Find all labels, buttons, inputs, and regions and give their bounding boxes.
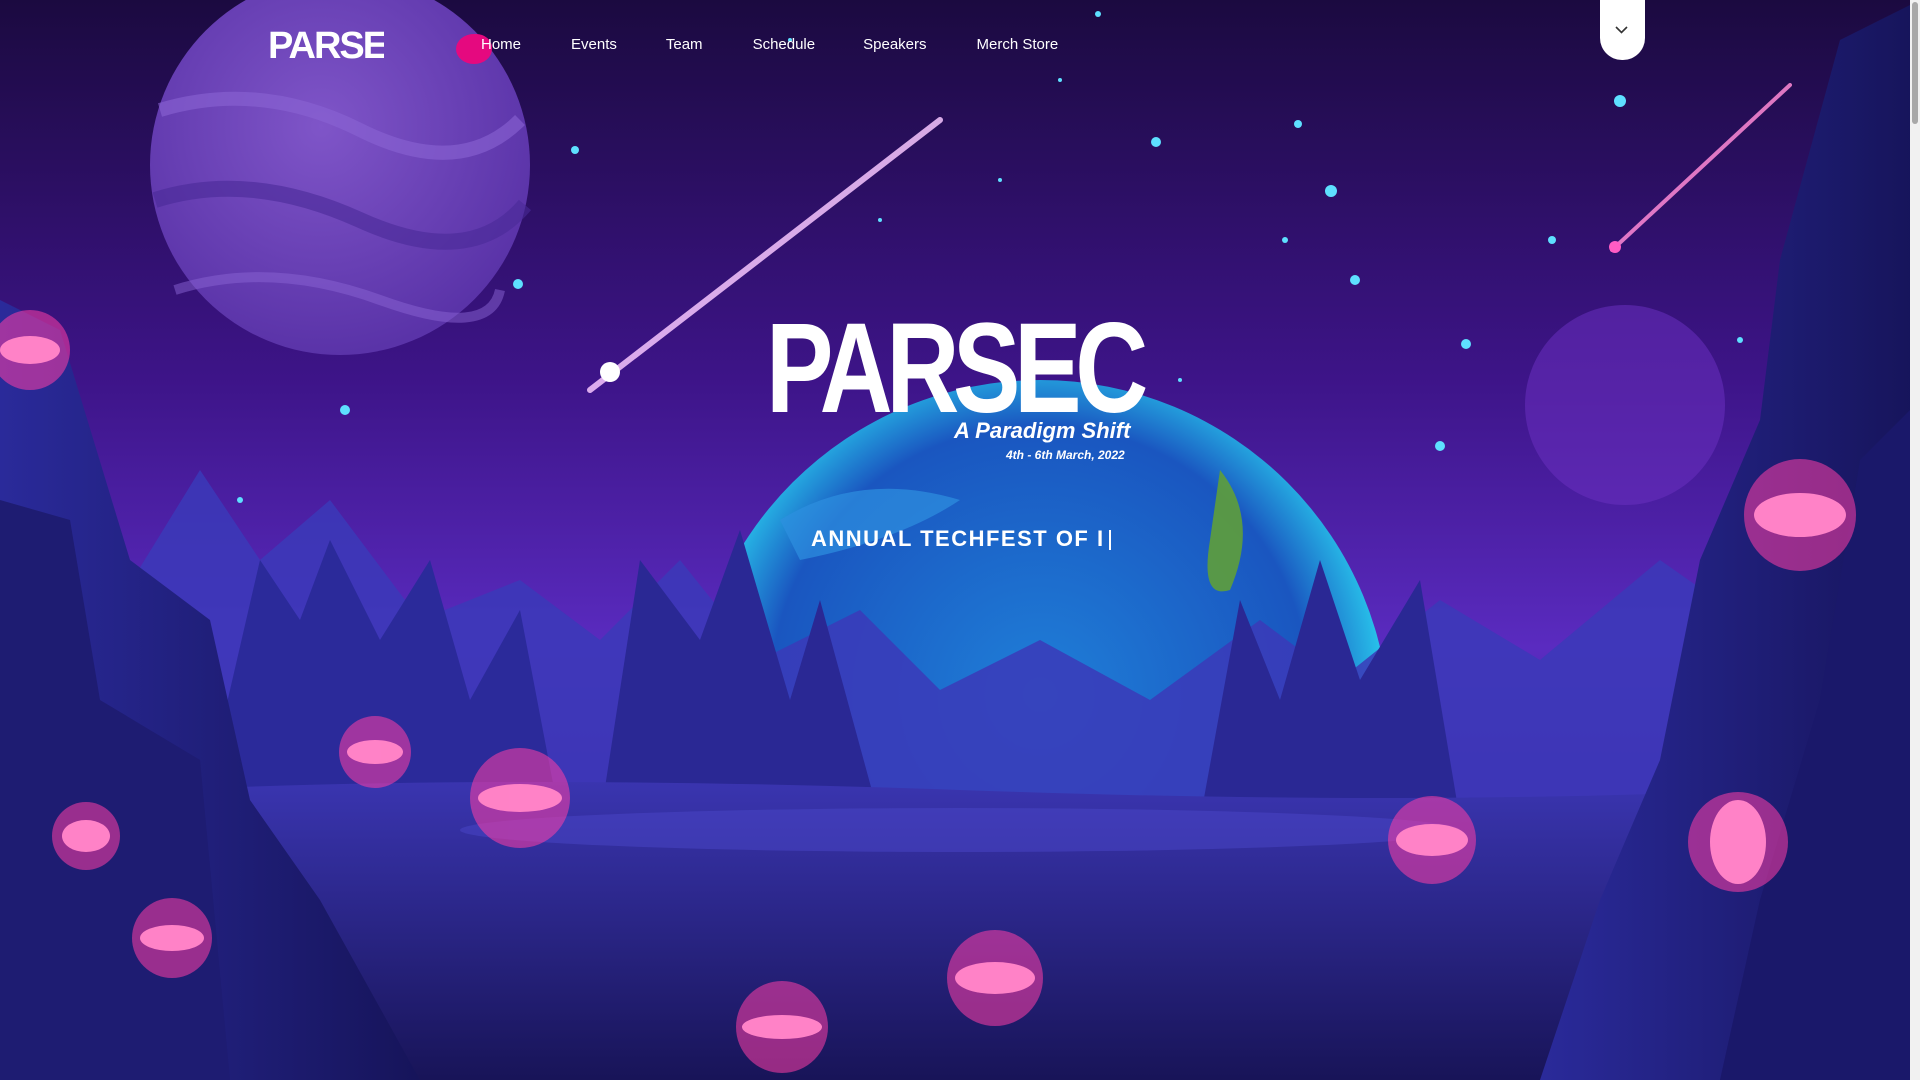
nav-home-link[interactable]: Home xyxy=(481,36,521,53)
typing-tagline: ANNUAL TECHFEST OF I xyxy=(811,526,1111,552)
hero-subtitle: A Paradigm Shift xyxy=(953,418,1132,443)
nav-links: Home Events Team Schedule Speakers Merch… xyxy=(456,36,1058,53)
dropdown-toggle-button[interactable] xyxy=(1600,0,1645,60)
nav-team-link[interactable]: Team xyxy=(666,36,703,53)
hero-date: 4th - 6th March, 2022 xyxy=(1005,448,1125,462)
tagline-text: ANNUAL TECHFEST OF I xyxy=(811,526,1105,551)
nav-merch-store-link[interactable]: Merch Store xyxy=(977,36,1059,53)
scrollbar-thumb[interactable] xyxy=(1912,2,1918,124)
faint-planet xyxy=(1525,305,1725,505)
hero-parsec-logo: PARSEC A Paradigm Shift 4th - 6th March,… xyxy=(766,297,1146,462)
top-navigation: PARSEC Home Events Team Schedule Speaker… xyxy=(0,0,1920,100)
parsec-logo[interactable]: PARSEC xyxy=(268,24,384,64)
nav-events-link[interactable]: Events xyxy=(571,36,617,53)
typing-caret xyxy=(1108,530,1111,551)
chevron-down-icon xyxy=(1615,26,1628,34)
svg-text:PARSEC: PARSEC xyxy=(268,25,384,64)
page-scrollbar[interactable] xyxy=(1910,0,1920,1080)
nav-speakers-link[interactable]: Speakers xyxy=(863,36,926,53)
nav-schedule-link[interactable]: Schedule xyxy=(753,36,816,53)
